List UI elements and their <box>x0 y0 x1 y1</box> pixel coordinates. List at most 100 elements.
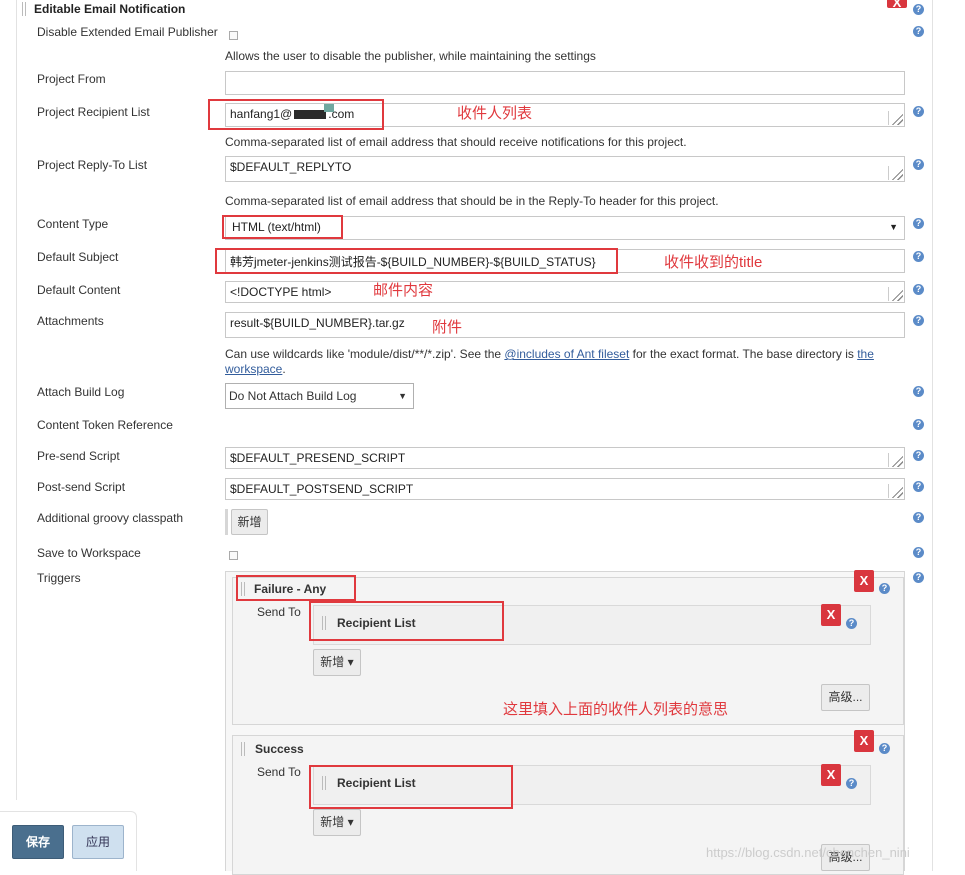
disable-publisher-description: Allows the user to disable the publisher… <box>225 49 596 63</box>
default-content-label: Default Content <box>37 283 121 297</box>
default-content-input[interactable]: <!DOCTYPE html> <box>225 281 905 303</box>
annotation-attachment: 附件 <box>432 319 463 336</box>
section-delete-button[interactable]: x <box>887 0 907 10</box>
delete-recipient-button[interactable]: x <box>821 764 841 786</box>
delete-trigger-button[interactable]: x <box>854 730 874 752</box>
resize-grip[interactable] <box>888 166 903 180</box>
help-icon[interactable]: ? <box>913 284 924 295</box>
help-icon[interactable]: ? <box>913 26 924 37</box>
reply-to-description: Comma-separated list of email address th… <box>225 194 719 208</box>
project-from-label: Project From <box>37 72 106 86</box>
caret-down-icon: ▾ <box>347 815 354 829</box>
help-icon[interactable]: ? <box>913 106 924 117</box>
add-recipient-label: 新增 <box>320 655 345 669</box>
default-content-value: <!DOCTYPE html> <box>230 285 332 299</box>
presend-script-label: Pre-send Script <box>37 449 120 463</box>
resize-grip[interactable] <box>888 111 903 125</box>
reply-to-value: $DEFAULT_REPLYTO <box>230 160 352 174</box>
save-to-workspace-label: Save to Workspace <box>37 546 141 560</box>
annotation-trigger: 这里填入上面的收件人列表的意思 <box>503 701 729 718</box>
recipient-list-description: Comma-separated list of email address th… <box>225 135 687 149</box>
annotation-box-recipient <box>208 99 384 130</box>
presend-script-value: $DEFAULT_PRESEND_SCRIPT <box>230 451 406 465</box>
postsend-script-value: $DEFAULT_POSTSEND_SCRIPT <box>230 482 414 496</box>
help-icon[interactable]: ? <box>913 315 924 326</box>
attach-build-log-value: Do Not Attach Build Log <box>229 389 357 403</box>
add-classpath-button[interactable]: 新增 <box>231 509 268 535</box>
help-icon[interactable]: ? <box>913 419 924 430</box>
disable-publisher-label: Disable Extended Email Publisher <box>37 25 218 39</box>
annotation-box-recipient-item <box>309 601 504 641</box>
attachments-input[interactable]: result-${BUILD_NUMBER}.tar.gz <box>225 312 905 338</box>
watermark: https://blog.csdn.net/chenchen_nini <box>706 845 910 860</box>
attachments-desc-text: for the exact format. The base directory… <box>629 347 858 361</box>
help-icon[interactable]: ? <box>846 778 857 789</box>
delete-trigger-button[interactable]: x <box>854 570 874 592</box>
annotation-content: 邮件内容 <box>373 282 434 299</box>
attachments-desc-end: . <box>282 362 286 376</box>
help-icon[interactable]: ? <box>913 251 924 262</box>
help-icon[interactable]: ? <box>913 218 924 229</box>
disable-publisher-checkbox[interactable] <box>229 31 238 40</box>
the-workspace-link[interactable]: the <box>857 347 874 361</box>
resize-grip[interactable] <box>888 287 903 301</box>
trigger-title: Success <box>255 742 304 756</box>
caret-down-icon: ▾ <box>347 655 354 669</box>
triggers-label: Triggers <box>37 571 81 585</box>
default-subject-label: Default Subject <box>37 250 119 264</box>
annotation-recipient: 收件人列表 <box>457 105 533 122</box>
trigger-drag-handle[interactable] <box>241 742 247 756</box>
section-title: Editable Email Notification <box>34 2 186 16</box>
add-recipient-label: 新增 <box>320 815 345 829</box>
annotation-subject: 收件收到的title <box>664 254 763 271</box>
resize-grip[interactable] <box>888 484 903 498</box>
attach-build-log-select[interactable]: Do Not Attach Build Log ▼ <box>225 383 414 409</box>
help-icon[interactable]: ? <box>879 743 890 754</box>
help-icon[interactable]: ? <box>913 159 924 170</box>
advanced-button[interactable]: 高级... <box>821 684 870 711</box>
add-recipient-button[interactable]: 新增 ▾ <box>313 649 361 676</box>
send-to-label: Send To <box>257 765 301 779</box>
attachments-description-line2: workspace. <box>225 362 286 376</box>
help-icon[interactable]: ? <box>846 618 857 629</box>
annotation-box-trigger <box>236 575 356 601</box>
recipient-list-label: Project Recipient List <box>37 105 150 119</box>
help-icon[interactable]: ? <box>879 583 890 594</box>
annotation-box-subject <box>215 248 618 274</box>
help-icon[interactable]: ? <box>913 547 924 558</box>
attachments-description: Can use wildcards like 'module/dist/**/*… <box>225 346 874 362</box>
postsend-script-label: Post-send Script <box>37 480 126 494</box>
presend-script-input[interactable]: $DEFAULT_PRESEND_SCRIPT <box>225 447 905 469</box>
reply-to-input[interactable]: $DEFAULT_REPLYTO <box>225 156 905 182</box>
help-icon[interactable]: ? <box>913 450 924 461</box>
content-type-label: Content Type <box>37 217 109 231</box>
save-button[interactable]: 保存 <box>12 825 64 859</box>
delete-recipient-button[interactable]: x <box>821 604 841 626</box>
workspace-link[interactable]: workspace <box>225 362 282 376</box>
annotation-box-content-type <box>222 215 343 239</box>
chevron-down-icon: ▼ <box>889 222 898 232</box>
project-from-input[interactable] <box>225 71 905 95</box>
resize-grip[interactable] <box>888 453 903 467</box>
right-rail <box>932 0 933 871</box>
annotation-box-recipient-item <box>309 765 513 809</box>
apply-button[interactable]: 应用 <box>72 825 124 859</box>
add-recipient-button[interactable]: 新增 ▾ <box>313 809 361 836</box>
help-icon[interactable]: ? <box>913 572 924 583</box>
help-icon[interactable]: ? <box>913 4 924 15</box>
attachments-label: Attachments <box>37 314 104 328</box>
groovy-classpath-label: Additional groovy classpath <box>37 511 184 525</box>
content-token-label: Content Token Reference <box>37 418 173 432</box>
ant-fileset-link[interactable]: @includes of Ant fileset <box>504 347 629 361</box>
section-drag-handle[interactable] <box>22 2 28 16</box>
chevron-down-icon: ▼ <box>398 391 407 401</box>
attachments-value: result-${BUILD_NUMBER}.tar.gz <box>230 316 405 330</box>
save-to-workspace-checkbox[interactable] <box>229 551 238 560</box>
help-icon[interactable]: ? <box>913 386 924 397</box>
help-icon[interactable]: ? <box>913 481 924 492</box>
groovy-classpath-bar <box>225 509 228 535</box>
postsend-script-input[interactable]: $DEFAULT_POSTSEND_SCRIPT <box>225 478 905 500</box>
attach-build-log-label: Attach Build Log <box>37 385 125 399</box>
help-icon[interactable]: ? <box>913 512 924 523</box>
left-rail <box>16 0 17 800</box>
